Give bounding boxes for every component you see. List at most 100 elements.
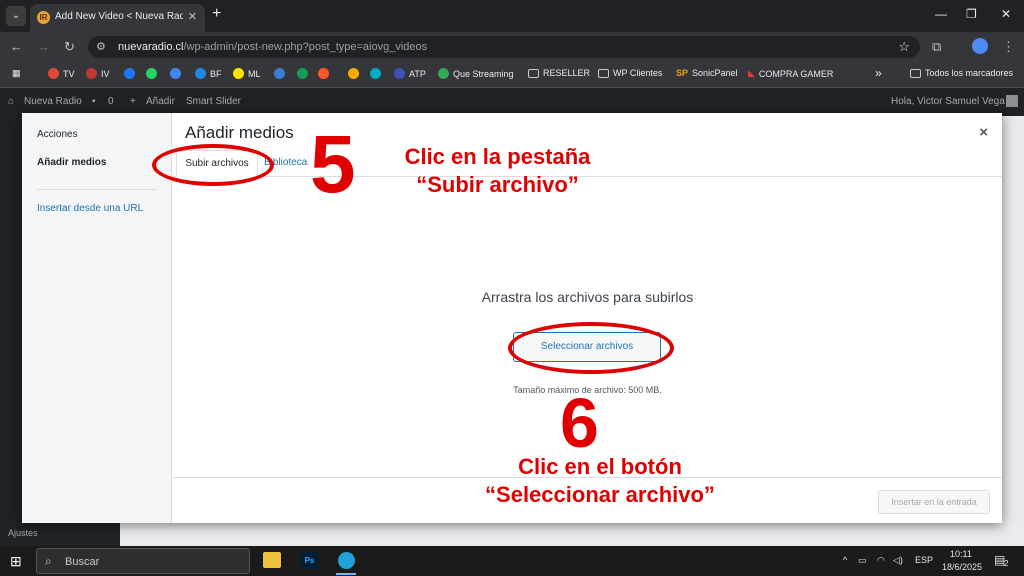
clock-time[interactable]: 10:11 xyxy=(950,549,972,559)
apps-icon[interactable]: ▦ xyxy=(12,68,21,79)
drop-instructions: Arrastra los archivos para subirlos xyxy=(481,289,694,305)
bookmark-item[interactable] xyxy=(170,68,181,79)
active-app-indicator xyxy=(336,573,356,575)
menu-actions-heading: Acciones xyxy=(37,129,78,140)
comments-count[interactable]: 0 xyxy=(108,96,114,107)
bookmark-item[interactable]: TV xyxy=(48,68,75,79)
forward-icon[interactable]: → xyxy=(37,39,50,54)
profile-avatar[interactable] xyxy=(972,38,988,54)
compra-gamer-icon: ◣ xyxy=(748,68,755,78)
reload-icon[interactable]: ↻ xyxy=(64,39,75,55)
sidebar-item-settings[interactable]: Ajustes xyxy=(8,528,38,538)
bookmark-label: IV xyxy=(101,68,110,79)
bookmark-item[interactable] xyxy=(348,68,359,79)
annotation-step6-number: 6 xyxy=(560,384,599,462)
new-tab-button[interactable]: + xyxy=(212,5,221,23)
edge-icon[interactable] xyxy=(338,552,355,569)
windows-start-icon[interactable]: ⊞ xyxy=(10,553,22,570)
url-domain: nuevaradio.cl xyxy=(118,41,184,53)
taskbar-search[interactable]: ⌕ Buscar xyxy=(36,548,250,574)
bookmark-folder-reseller[interactable]: RESELLER xyxy=(528,68,590,78)
sonicpanel-icon: SP xyxy=(676,68,689,78)
add-new-link[interactable]: Añadir xyxy=(146,96,175,107)
close-window-icon[interactable]: ✕ xyxy=(1001,7,1011,21)
browser-tab-bar: ⌄ IR Add New Video < Nueva Radio ✕ + — ❐… xyxy=(0,0,1024,32)
minimize-icon[interactable]: — xyxy=(935,7,947,21)
bookmark-star-icon[interactable]: ☆ xyxy=(898,39,910,55)
bookmark-item[interactable]: ML xyxy=(233,68,261,79)
bookmark-favicon-icon xyxy=(274,68,285,79)
site-info-icon[interactable]: ⚙ xyxy=(96,40,106,53)
windows-taskbar: ⊞ ⌕ Buscar Ps ^ ▭ ◠ ◁) ESP 10:11 18/6/20… xyxy=(0,546,1024,576)
modal-title: Añadir medios xyxy=(185,123,294,142)
clock-date[interactable]: 18/6/2025 xyxy=(942,562,982,572)
tab-search-button[interactable]: ⌄ xyxy=(6,6,26,26)
photoshop-icon[interactable]: Ps xyxy=(301,552,318,569)
user-avatar[interactable] xyxy=(1006,95,1018,107)
bookmark-label: BF xyxy=(210,68,222,79)
bookmark-label: Que Streaming xyxy=(453,68,514,79)
menu-icon[interactable]: ⋮ xyxy=(1002,39,1015,55)
bookmark-item[interactable] xyxy=(274,68,285,79)
volume-icon[interactable]: ◁) xyxy=(893,555,903,566)
bookmark-all[interactable]: Todos los marcadores xyxy=(910,68,1013,78)
bookmark-item[interactable] xyxy=(370,68,381,79)
tab-title: Add New Video < Nueva Radio xyxy=(55,11,183,22)
bookmark-favicon-icon xyxy=(170,68,181,79)
bookmark-favicon-icon xyxy=(438,68,449,79)
restore-icon[interactable]: ❐ xyxy=(966,7,977,21)
menu-insert-from-url[interactable]: Insertar desde una URL xyxy=(37,203,143,214)
bookmark-item[interactable]: Que Streaming xyxy=(438,68,514,79)
bookmark-item[interactable]: ATP xyxy=(394,68,426,79)
bookmark-favicon-icon xyxy=(348,68,359,79)
address-bar[interactable]: ⚙ nuevaradio.cl/wp-admin/post-new.php?po… xyxy=(88,36,920,58)
annotation-step5-line1: Clic en la pestaña xyxy=(404,144,591,169)
back-icon[interactable]: ← xyxy=(10,39,23,54)
bookmark-label: WP Clientes xyxy=(613,68,663,78)
wifi-icon[interactable]: ◠ xyxy=(877,555,885,566)
bookmark-item[interactable]: BF xyxy=(195,68,222,79)
bookmark-favicon-icon xyxy=(370,68,381,79)
comments-icon[interactable]: ▪ xyxy=(92,96,96,107)
bookmark-favicon-icon xyxy=(394,68,405,79)
tab-close-icon[interactable]: ✕ xyxy=(188,10,197,23)
search-icon: ⌕ xyxy=(45,554,52,568)
bookmark-label: ML xyxy=(248,68,261,79)
bookmark-label: Todos los marcadores xyxy=(925,68,1014,78)
bookmark-folder-wp-clientes[interactable]: WP Clientes xyxy=(598,68,662,78)
menu-add-media[interactable]: Añadir medios xyxy=(37,157,106,168)
bookmark-item[interactable] xyxy=(146,68,157,79)
extensions-icon[interactable]: ⧉ xyxy=(932,39,941,55)
wp-admin-bar: ⌂ Nueva Radio ▪ 0 + Añadir Smart Slider … xyxy=(0,88,1024,116)
smart-slider-link[interactable]: Smart Slider xyxy=(186,96,241,107)
bookmark-item[interactable] xyxy=(124,68,135,79)
tray-chevron-icon[interactable]: ^ xyxy=(843,555,847,565)
close-icon[interactable]: × xyxy=(979,124,988,141)
bookmark-item[interactable] xyxy=(318,68,329,79)
bookmark-favicon-icon xyxy=(318,68,329,79)
bookmark-favicon-icon xyxy=(48,68,59,79)
file-explorer-icon[interactable] xyxy=(263,552,281,568)
annotation-step6-line2: “Seleccionar archivo” xyxy=(485,482,715,507)
bookmark-favicon-icon xyxy=(146,68,157,79)
bookmark-compra-gamer[interactable]: ◣ COMPRA GAMER xyxy=(748,68,833,79)
language-indicator[interactable]: ESP xyxy=(915,555,933,565)
tray-network-icon[interactable]: ▭ xyxy=(858,555,867,566)
url-text: nuevaradio.cl/wp-admin/post-new.php?post… xyxy=(118,41,427,53)
insert-into-post-button[interactable]: Insertar en la entrada xyxy=(878,490,990,514)
more-bookmarks-button[interactable]: » xyxy=(875,66,882,80)
bookmark-favicon-icon xyxy=(233,68,244,79)
browser-tab[interactable]: IR Add New Video < Nueva Radio ✕ xyxy=(30,4,205,32)
bookmark-item[interactable]: IV xyxy=(86,68,110,79)
bookmark-item[interactable] xyxy=(297,68,308,79)
folder-icon xyxy=(910,68,921,78)
bookmark-sonicpanel[interactable]: SP SonicPanel xyxy=(676,68,738,78)
site-name-link[interactable]: Nueva Radio xyxy=(24,96,82,107)
home-icon[interactable]: ⌂ xyxy=(8,96,14,107)
media-modal-menu: Acciones Añadir medios Insertar desde un… xyxy=(22,113,172,523)
browser-toolbar: ← → ↻ ⚙ nuevaradio.cl/wp-admin/post-new.… xyxy=(0,32,1024,62)
bookmark-label: TV xyxy=(63,68,75,79)
add-new-icon[interactable]: + xyxy=(130,96,136,107)
bookmark-label: SonicPanel xyxy=(692,68,738,78)
account-greeting[interactable]: Hola, Victor Samuel Vega xyxy=(891,96,1005,107)
